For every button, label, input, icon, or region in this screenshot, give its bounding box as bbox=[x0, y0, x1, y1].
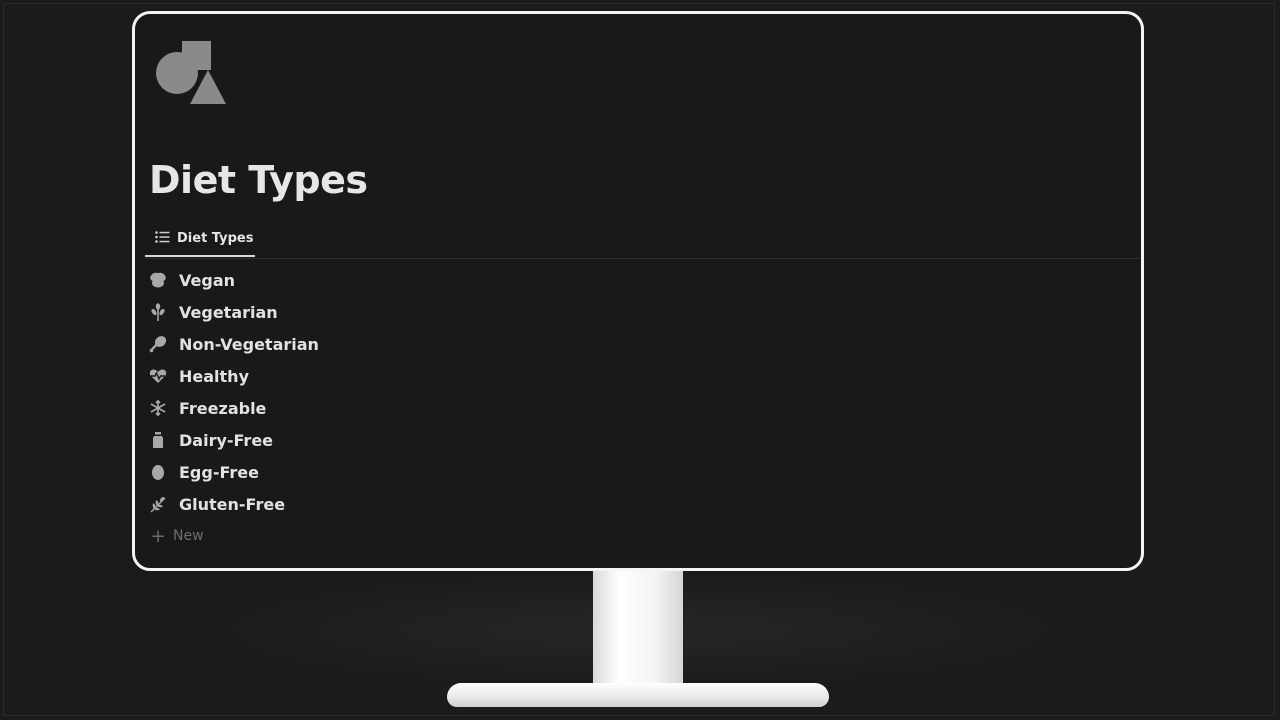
item-label: Egg-Free bbox=[179, 462, 259, 482]
item-label: Dairy-Free bbox=[179, 430, 274, 450]
shapes-icon bbox=[153, 38, 227, 104]
heartbeat-icon bbox=[149, 367, 167, 385]
list-item-healthy[interactable]: Healthy bbox=[149, 360, 319, 392]
drumstick-icon bbox=[149, 335, 167, 353]
egg-icon bbox=[149, 463, 167, 481]
page-title: Diet Types bbox=[149, 158, 368, 202]
item-label: Freezable bbox=[179, 398, 267, 418]
item-label: Gluten-Free bbox=[179, 494, 286, 514]
diet-list: Vegan Vegetarian Non-Vegetarian Healthy … bbox=[149, 264, 319, 552]
item-label: Vegetarian bbox=[179, 302, 278, 322]
list-item-vegetarian[interactable]: Vegetarian bbox=[149, 296, 319, 328]
item-label: Healthy bbox=[179, 366, 249, 386]
new-item-button[interactable]: + New bbox=[149, 520, 319, 552]
view-tab-bar: Diet Types bbox=[145, 222, 1141, 259]
tab-label: Diet Types bbox=[177, 231, 254, 246]
list-item-gluten-free[interactable]: Gluten-Free bbox=[149, 488, 319, 520]
monitor-stand-base bbox=[447, 683, 829, 707]
list-icon bbox=[155, 230, 177, 247]
monitor-screen: Diet Types Diet Types Vegan Vegetarian N… bbox=[132, 11, 1144, 571]
list-item-non-vegetarian[interactable]: Non-Vegetarian bbox=[149, 328, 319, 360]
tab-diet-types[interactable]: Diet Types bbox=[145, 222, 255, 257]
item-label: Vegan bbox=[179, 270, 235, 290]
list-item-dairy-free[interactable]: Dairy-Free bbox=[149, 424, 319, 456]
list-item-freezable[interactable]: Freezable bbox=[149, 392, 319, 424]
monitor-stand-neck bbox=[593, 571, 683, 693]
snowflake-icon bbox=[149, 399, 167, 417]
leaf-cluster-icon bbox=[149, 271, 167, 289]
item-label: Non-Vegetarian bbox=[179, 334, 319, 354]
wheat-sprout-icon bbox=[149, 303, 167, 321]
list-item-vegan[interactable]: Vegan bbox=[149, 264, 319, 296]
plus-icon: + bbox=[150, 525, 166, 547]
new-label: New bbox=[173, 528, 204, 544]
list-item-egg-free[interactable]: Egg-Free bbox=[149, 456, 319, 488]
grain-icon bbox=[149, 495, 167, 513]
milk-carton-icon bbox=[149, 431, 167, 449]
